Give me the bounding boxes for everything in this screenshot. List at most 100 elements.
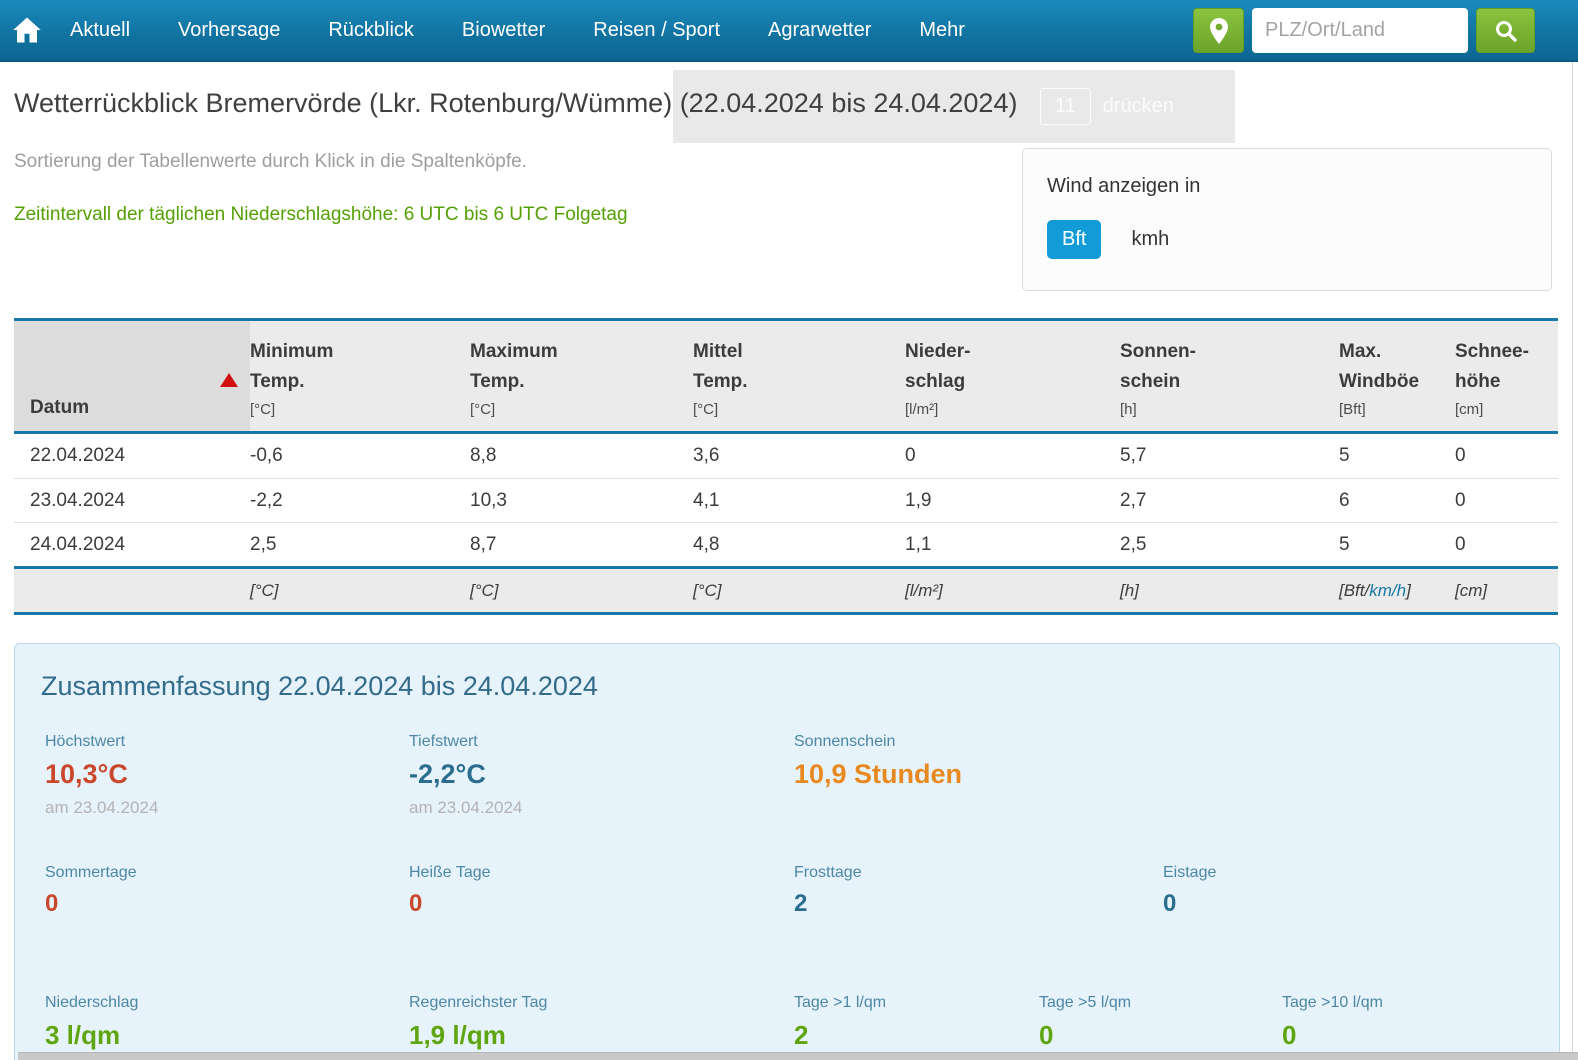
summary-title: Zusammenfassung 22.04.2024 bis 24.04.202…: [41, 671, 598, 701]
table-row: 22.04.2024 -0,6 8,8 3,6 0 5,7 5 0: [14, 434, 1558, 478]
nav-item-mehr[interactable]: Mehr: [919, 19, 965, 41]
stat-value: 3 l/qm: [45, 1020, 121, 1050]
column-unit-label: [l/m²]: [905, 401, 939, 418]
stat-label: Tage >1 l/qm: [794, 994, 887, 1011]
stat-label: Eistage: [1163, 864, 1217, 881]
stat-label: Niederschlag: [45, 994, 139, 1011]
search-input[interactable]: [1252, 8, 1468, 53]
column-unit-label: [°C]: [693, 401, 719, 418]
column-header-datum[interactable]: Datum: [14, 321, 250, 431]
cell-value: 0: [905, 445, 916, 466]
summary-stat-regenreichster-tag: Regenreichster Tag 1,9 l/qm: [409, 994, 547, 1051]
summary-stat-tage-10-l-qm: Tage >10 l/qm 0: [1282, 994, 1383, 1051]
column-header-maximum-temp[interactable]: Maximum Temp. [°C]: [470, 321, 693, 431]
stat-label: Tage >10 l/qm: [1282, 994, 1383, 1011]
cell-value: 2,5: [250, 533, 277, 555]
summary-stat-tage-1-l-qm: Tage >1 l/qm 2: [794, 994, 886, 1051]
datum-header-label: Datum: [30, 397, 90, 418]
cell-value: 0: [1455, 533, 1466, 555]
nav-menu: Aktuell Vorhersage Rückblick Biowetter Reise…: [70, 19, 1013, 42]
stat-value: -2,2°C: [409, 759, 486, 789]
cell-value: 2,7: [1120, 489, 1147, 511]
stat-label: Tiefstwert: [409, 733, 478, 750]
keycap-badge: 11: [1040, 88, 1091, 125]
summary-stat-frosttage: Frosttage 2: [794, 864, 862, 918]
footer-kmh-link[interactable]: km/h: [1369, 581, 1406, 600]
location-pin-icon: [1209, 17, 1228, 44]
column-unit-label: [°C]: [470, 401, 496, 418]
summary-stat-tiefstwert: Tiefstwert -2,2°C am 23.04.2024: [409, 733, 522, 818]
summary-stat-sonnenschein: Sonnenschein 10,9 Stunden: [794, 733, 962, 790]
column-header-schnee-höhe[interactable]: Schnee-höhe [cm]: [1455, 321, 1558, 431]
table-row: 24.04.2024 2,5 8,7 4,8 1,1 2,5 5 0: [14, 522, 1558, 566]
nav-item-rückblick[interactable]: Rückblick: [328, 19, 414, 41]
wind-panel-title: Wind anzeigen in: [1047, 175, 1201, 197]
page: Aktuell Vorhersage Rückblick Biowetter Reise…: [0, 0, 1578, 1060]
nav-item-biowetter[interactable]: Biowetter: [462, 19, 545, 41]
nav-item-vorhersage[interactable]: Vorhersage: [178, 19, 280, 41]
stat-label: Heiße Tage: [409, 864, 491, 881]
wind-unit-kmh-option[interactable]: kmh: [1131, 228, 1169, 251]
cell-value: 0: [1455, 445, 1466, 466]
stat-label: Tage >5 l/qm: [1039, 994, 1132, 1011]
cell-date: 23.04.2024: [30, 489, 126, 511]
column-header-minimum-temp[interactable]: Minimum Temp. [°C]: [250, 321, 470, 431]
stat-value: 2: [794, 1020, 809, 1050]
cell-date: 22.04.2024: [30, 445, 126, 466]
column-header-sonnen-schein[interactable]: Sonnen-schein [h]: [1120, 321, 1339, 431]
stat-value: 10,9 Stunden: [794, 759, 963, 789]
stat-value: 0: [45, 890, 59, 917]
column-header-nieder-schlag[interactable]: Nieder-schlag [l/m²]: [905, 321, 1120, 431]
cell-value: 10,3: [470, 489, 507, 511]
cell-value: 3,6: [693, 445, 720, 466]
cell-value: 8,8: [470, 445, 497, 466]
footer-unit: [°C]: [470, 580, 499, 600]
cell-value: 8,7: [470, 533, 497, 555]
cell-value: 1,9: [905, 489, 932, 511]
stat-label: Sommertage: [45, 864, 137, 881]
summary-stat-sommertage: Sommertage 0: [45, 864, 137, 918]
stat-value: 0: [1039, 1020, 1054, 1050]
cell-value: 1,1: [905, 533, 932, 555]
search-button[interactable]: [1476, 8, 1535, 53]
column-unit-label: [h]: [1120, 401, 1137, 418]
nav-item-aktuell[interactable]: Aktuell: [70, 19, 130, 41]
cell-value: 0: [1455, 489, 1466, 511]
wind-unit-bft-button[interactable]: Bft: [1047, 220, 1102, 259]
stat-label: Regenreichster Tag: [409, 994, 548, 1011]
column-unit-label: [cm]: [1455, 401, 1484, 418]
wind-unit-options: Bft kmh: [1047, 220, 1551, 259]
cell-value: -2,2: [250, 489, 283, 511]
geolocation-button[interactable]: [1193, 8, 1244, 53]
cell-value: 5: [1339, 533, 1350, 555]
vertical-scrollbar[interactable]: [1572, 62, 1573, 1052]
column-header-mittel-temp[interactable]: Mittel Temp. [°C]: [693, 321, 905, 431]
footer-unit: [l/m²]: [905, 580, 943, 600]
interval-note: Zeitintervall der täglichen Niederschlag…: [14, 204, 628, 225]
home-icon[interactable]: [12, 16, 42, 44]
sort-hint-text: Sortierung der Tabellenwerte durch Klick…: [14, 151, 527, 172]
search-icon: [1495, 20, 1517, 42]
cell-value: -0,6: [250, 445, 283, 466]
footer-unit: [°C]: [250, 580, 279, 600]
stat-label: Höchstwert: [45, 733, 126, 750]
cell-value: 5,7: [1120, 445, 1147, 466]
cell-value: 4,1: [693, 489, 720, 511]
top-nav: Aktuell Vorhersage Rückblick Biowetter Reise…: [0, 0, 1578, 62]
summary-stat-eistage: Eistage 0: [1163, 864, 1216, 918]
horizontal-scrollbar[interactable]: [18, 1052, 1578, 1060]
weather-table: Datum Minimum Temp. [°C] Maximum Temp. [°C] Mit…: [14, 318, 1558, 615]
table-header-row: Datum Minimum Temp. [°C] Maximum Temp. [°C] Mit…: [14, 321, 1558, 434]
summary-stat-heiße-tage: Heiße Tage 0: [409, 864, 491, 918]
column-header-max-windböe[interactable]: Max. Windböe [Bft]: [1339, 321, 1455, 431]
footer-unit: [°C]: [693, 580, 722, 600]
cell-value: 4,8: [693, 533, 720, 555]
nav-item-reisen-sport[interactable]: Reisen / Sport: [593, 19, 720, 41]
cell-value: 5: [1339, 445, 1350, 466]
stat-value: 0: [1163, 890, 1177, 917]
sort-ascending-icon: [220, 373, 238, 387]
footer-unit: [cm]: [1455, 580, 1488, 600]
nav-item-agrarwetter[interactable]: Agrarwetter: [768, 19, 871, 41]
stat-subtext: am 23.04.2024: [409, 798, 523, 817]
cell-date: 24.04.2024: [30, 533, 126, 555]
